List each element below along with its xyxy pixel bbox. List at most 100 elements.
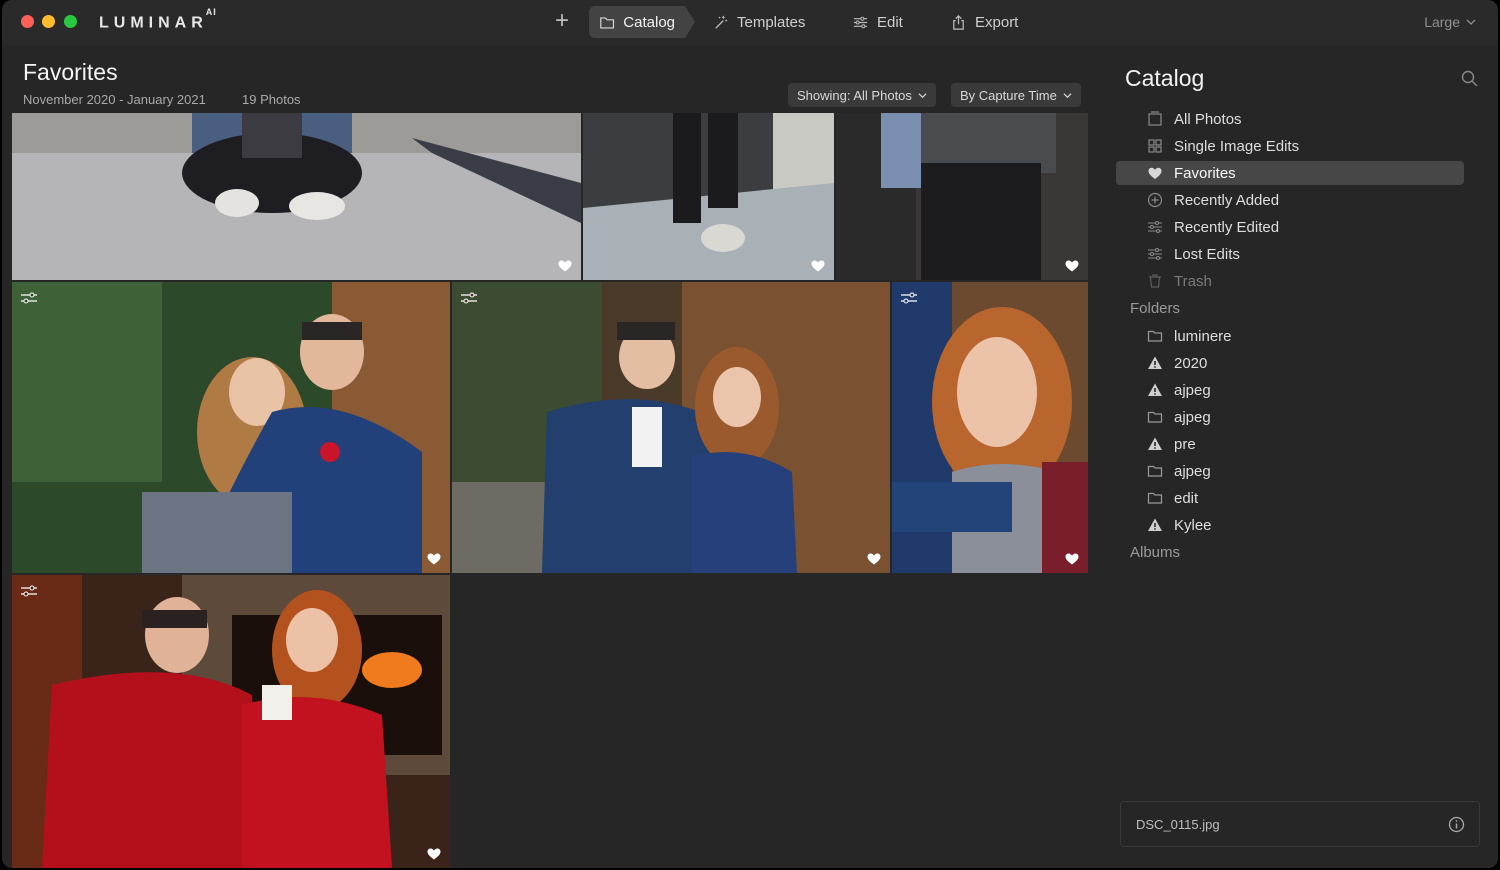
folder-label: pre (1174, 435, 1196, 453)
tab-catalog-label: Catalog (623, 13, 675, 31)
heart-icon[interactable] (558, 260, 572, 272)
tab-edit[interactable]: Edit (842, 6, 913, 38)
chevron-down-icon (1063, 92, 1072, 98)
folder-icon (1147, 330, 1163, 342)
photo-thumbnail[interactable] (583, 113, 834, 280)
showing-filter-label: Showing: All Photos (797, 87, 912, 103)
sidebar-item-recently-added[interactable]: Recently Added (1116, 188, 1464, 212)
sidebar-item-lost-edits[interactable]: Lost Edits (1116, 242, 1464, 266)
trash-icon (1149, 274, 1161, 288)
warning-icon (1148, 383, 1162, 396)
sidebar-item-single-image-edits[interactable]: Single Image Edits (1116, 134, 1464, 158)
plus-circle-icon (1147, 192, 1163, 208)
photo-thumbnail[interactable] (836, 113, 1088, 280)
sidebar-item-favorites[interactable]: Favorites (1116, 161, 1464, 185)
photo-couple-by-fireplace (12, 575, 450, 868)
tab-templates-label: Templates (737, 13, 806, 31)
zoom-window-button[interactable] (64, 15, 77, 28)
photo-torso-against-brick-wall (836, 113, 1088, 280)
photo-thumbnail[interactable] (12, 282, 450, 573)
selected-file-name: DSC_0115.jpg (1136, 817, 1220, 832)
search-icon[interactable] (1461, 70, 1478, 87)
top-toolbar: LUMINARAI + Catalog Templates Edit Expor… (2, 0, 1498, 46)
sidebar-item-all-photos[interactable]: All Photos (1116, 107, 1464, 131)
folder-item[interactable]: ajpeg (1116, 378, 1464, 402)
folder-item[interactable]: pre (1116, 432, 1464, 456)
add-photos-button[interactable]: + (550, 9, 574, 35)
warning-icon (1148, 518, 1162, 531)
folder-icon (1147, 492, 1163, 504)
folder-item[interactable]: ajpeg (1116, 405, 1464, 429)
sliders-icon (21, 292, 37, 304)
sidebar-item-label: Recently Added (1174, 191, 1280, 209)
folder-item[interactable]: luminere (1116, 324, 1464, 348)
sort-dropdown[interactable]: By Capture Time (951, 83, 1081, 107)
sidebar-item-label: Single Image Edits (1174, 137, 1300, 155)
folder-item[interactable]: 2020 (1116, 351, 1464, 375)
page-title: Favorites (23, 59, 118, 85)
showing-filter-dropdown[interactable]: Showing: All Photos (788, 83, 936, 107)
tab-templates[interactable]: Templates (702, 6, 815, 38)
warning-icon (1148, 356, 1162, 369)
folder-label: 2020 (1174, 354, 1208, 372)
sliders-icon (461, 292, 477, 304)
photo-count: 19 Photos (242, 92, 301, 107)
app-name: LUMINAR (99, 14, 208, 32)
info-icon[interactable] (1448, 816, 1465, 833)
tab-export[interactable]: Export (940, 6, 1028, 38)
warning-icon (1148, 437, 1162, 450)
tab-edit-label: Edit (877, 13, 903, 31)
heart-icon[interactable] (811, 260, 825, 272)
sort-label: By Capture Time (960, 87, 1057, 103)
photo-thumbnail[interactable] (12, 575, 450, 868)
folder-label: Kylee (1174, 516, 1212, 534)
folder-item[interactable]: Kylee (1116, 513, 1464, 537)
heart-icon[interactable] (867, 553, 881, 565)
minimize-window-button[interactable] (42, 15, 55, 28)
photo-couple-by-log-cabin (452, 282, 890, 573)
app-logo: LUMINARAI (99, 7, 217, 32)
magic-wand-icon (715, 15, 728, 29)
heart-icon[interactable] (427, 553, 441, 565)
tab-catalog[interactable]: Catalog (589, 6, 695, 38)
sidebar-item-label: Lost Edits (1174, 245, 1240, 263)
sidebar-title: Catalog (1125, 65, 1205, 91)
date-range: November 2020 - January 2021 (23, 92, 206, 107)
photo-thumbnail[interactable] (452, 282, 890, 573)
photo-thumbnail[interactable] (892, 282, 1088, 573)
folder-icon (1147, 411, 1163, 423)
share-icon (953, 14, 964, 30)
folder-label: luminere (1174, 327, 1232, 345)
photo-couple-embrace-outdoors (12, 282, 450, 573)
folder-item[interactable]: ajpeg (1116, 459, 1464, 483)
heart-icon[interactable] (1065, 553, 1079, 565)
heart-icon[interactable] (427, 848, 441, 860)
sidebar-item-trash[interactable]: Trash (1116, 269, 1464, 293)
sliders-icon (21, 585, 37, 597)
folders-section-label[interactable]: Folders (1130, 300, 1180, 317)
sliders-icon (1148, 221, 1162, 233)
sidebar-item-recently-edited[interactable]: Recently Edited (1116, 215, 1464, 239)
photo-sneakers-on-pavement (12, 113, 581, 280)
albums-section-label[interactable]: Albums (1130, 544, 1180, 561)
thumbnail-size-value: Large (1424, 14, 1460, 30)
photo-grid (12, 113, 1088, 868)
tab-export-label: Export (975, 13, 1019, 31)
sidebar-item-label: Favorites (1174, 164, 1236, 182)
folder-label: edit (1174, 489, 1199, 507)
sidebar-item-label: All Photos (1174, 110, 1242, 128)
folder-item[interactable]: edit (1116, 486, 1464, 510)
close-window-button[interactable] (21, 15, 34, 28)
folder-label: ajpeg (1174, 408, 1211, 426)
catalog-sidebar: Catalog All Photos Single Image Edits Fa… (1106, 46, 1498, 868)
file-info-panel: DSC_0115.jpg (1120, 801, 1480, 847)
folder-label: ajpeg (1174, 462, 1211, 480)
photo-woman-smiling-closeup (892, 282, 1088, 573)
app-window: LUMINARAI + Catalog Templates Edit Expor… (2, 0, 1498, 868)
heart-icon[interactable] (1065, 260, 1079, 272)
sidebar-item-label: Trash (1174, 272, 1212, 290)
photo-thumbnail[interactable] (12, 113, 581, 280)
thumbnail-size-select[interactable]: Large (1424, 14, 1476, 30)
folder-icon (600, 16, 615, 29)
sliders-icon (901, 292, 917, 304)
